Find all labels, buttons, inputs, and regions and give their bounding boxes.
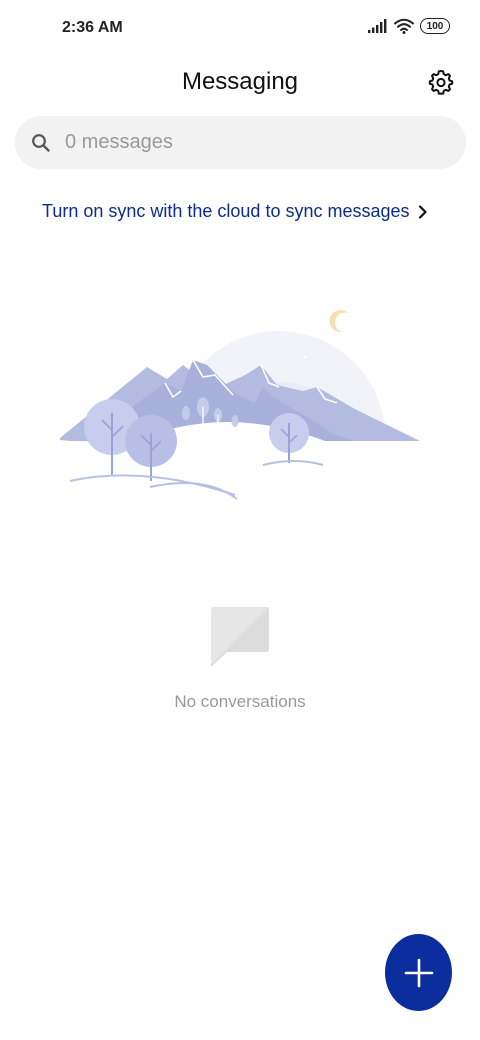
- settings-button[interactable]: [426, 67, 456, 97]
- battery-icon: 100: [420, 18, 450, 34]
- new-message-button[interactable]: [385, 934, 452, 1011]
- plus-icon: [404, 958, 433, 987]
- chevron-right-icon: [418, 204, 427, 219]
- sync-cloud-link[interactable]: Turn on sync with the cloud to sync mess…: [42, 201, 428, 222]
- signal-icon: [368, 19, 387, 33]
- message-bubble-icon: [211, 607, 269, 667]
- gear-icon: [428, 70, 454, 95]
- sync-cloud-text: Turn on sync with the cloud to sync mess…: [42, 201, 410, 221]
- wifi-icon: [394, 18, 414, 34]
- empty-mountains-illustration: [59, 310, 420, 500]
- search-icon: [31, 133, 51, 153]
- search-bar[interactable]: [15, 116, 466, 169]
- page-title: Messaging: [181, 68, 299, 95]
- status-time: 2:36 AM: [62, 19, 123, 36]
- battery-level: 100: [426, 20, 444, 32]
- search-input[interactable]: [65, 131, 425, 154]
- app-header: Messaging: [0, 56, 480, 108]
- empty-state-text: No conversations: [174, 692, 306, 711]
- status-bar: 2:36 AM 100: [0, 0, 480, 56]
- status-icons: 100: [368, 18, 450, 34]
